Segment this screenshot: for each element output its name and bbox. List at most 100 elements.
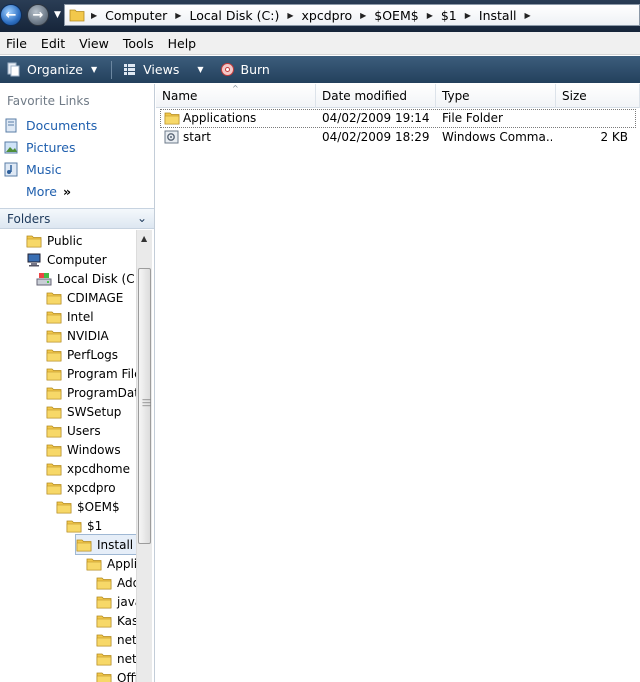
- pictures-icon: [4, 141, 18, 154]
- column-header-label: Name: [162, 89, 198, 103]
- breadcrumb-item[interactable]: ▶ Computer: [91, 8, 167, 23]
- tree-node[interactable]: ProgramData: [46, 383, 136, 402]
- tree-node[interactable]: Office: [96, 668, 136, 682]
- command-toolbar: Organize ▼ Views ▼ Burn: [0, 56, 640, 83]
- tree-node[interactable]: $1: [66, 516, 102, 535]
- tree-node-label: $OEM$: [77, 499, 120, 514]
- tree-node-label: Office: [117, 670, 136, 682]
- folder-icon: [46, 311, 62, 323]
- tree-node[interactable]: CDIMAGE: [46, 288, 123, 307]
- file-date-modified: 04/02/2009 19:14: [322, 111, 430, 125]
- breadcrumb-separator-icon[interactable]: ▶: [360, 11, 366, 20]
- menu-item-help[interactable]: Help: [161, 36, 204, 51]
- file-row[interactable]: Applications 04/02/2009 19:14 File Folder: [160, 109, 636, 128]
- burn-button[interactable]: Burn: [220, 62, 270, 77]
- folder-icon: [46, 292, 62, 304]
- chevron-down-icon: ▼: [91, 65, 98, 74]
- tree-node-label: net: [117, 651, 136, 666]
- folder-icon: [96, 596, 112, 608]
- grip-icon: — — —: [142, 395, 151, 411]
- tree-node[interactable]: net: [96, 630, 136, 649]
- folder-icon: [86, 558, 102, 570]
- folder-icon: [46, 330, 62, 342]
- tree-node[interactable]: Intel: [46, 307, 94, 326]
- folder-icon: [56, 501, 72, 513]
- tree-node[interactable]: xpcdpro: [46, 478, 116, 497]
- file-row[interactable]: start 04/02/2009 18:29 Windows Comma... 2 K…: [156, 128, 640, 147]
- menu-item-edit[interactable]: Edit: [34, 36, 72, 51]
- tree-node[interactable]: net: [96, 649, 136, 668]
- tree-node[interactable]: Computer: [26, 250, 107, 269]
- organize-icon: [7, 62, 20, 77]
- menu-item-file[interactable]: File: [0, 36, 34, 51]
- file-name: Applications: [183, 111, 257, 125]
- folder-tree-scrollbar[interactable]: ▲ — — —: [136, 230, 152, 682]
- tree-node[interactable]: Windows: [46, 440, 121, 459]
- folder-icon: [96, 615, 112, 627]
- column-header-date-modified[interactable]: Date modified: [316, 84, 436, 108]
- tree-node[interactable]: java: [96, 592, 136, 611]
- scrollbar-thumb[interactable]: — — —: [138, 268, 151, 544]
- tree-node[interactable]: Local Disk (C:): [36, 269, 136, 288]
- breadcrumb-separator-icon[interactable]: ▶: [465, 11, 471, 20]
- recent-pages-dropdown-icon[interactable]: ▼: [54, 10, 61, 20]
- tree-node[interactable]: xpcdhome: [46, 459, 130, 478]
- tree-node[interactable]: Kaspersky: [96, 611, 136, 630]
- favorite-link-pictures[interactable]: Pictures: [4, 140, 76, 155]
- favorite-link-label: Documents: [26, 118, 98, 133]
- favorite-link-label: Music: [26, 162, 62, 177]
- breadcrumb-item[interactable]: ▶ $OEM$: [352, 8, 419, 23]
- scroll-up-icon[interactable]: ▲: [141, 234, 147, 243]
- folder-icon: [76, 539, 92, 551]
- back-button[interactable]: ←: [0, 4, 22, 26]
- column-header-size[interactable]: Size: [556, 84, 640, 108]
- address-field[interactable]: ▶ Computer ▶ Local Disk (C:) ▶ xpcdpro ▶ $OEM$ ▶…: [64, 4, 640, 26]
- breadcrumb-item[interactable]: ▶ $1: [419, 8, 457, 23]
- organize-button[interactable]: Organize ▼: [6, 62, 97, 77]
- breadcrumb-item[interactable]: ▶ Install: [457, 8, 517, 23]
- computer-icon: [27, 253, 41, 266]
- breadcrumb-separator-icon[interactable]: ▶: [91, 11, 97, 20]
- breadcrumb-item[interactable]: ▶ Local Disk (C:): [167, 8, 279, 23]
- tree-node[interactable]: PerfLogs: [46, 345, 118, 364]
- tree-node[interactable]: Program Files: [46, 364, 136, 383]
- favorite-link-music[interactable]: Music: [4, 162, 62, 177]
- tree-node-label: java: [117, 594, 136, 609]
- tree-node[interactable]: SWSetup: [46, 402, 121, 421]
- tree-node[interactable]: Applications: [86, 554, 136, 573]
- drive-icon: [36, 272, 52, 285]
- folder-icon: [46, 387, 62, 399]
- breadcrumb-separator-icon[interactable]: ▶: [427, 11, 433, 20]
- file-type: Windows Comma...: [442, 130, 552, 144]
- forward-button[interactable]: →: [27, 4, 49, 26]
- column-header-label: Type: [442, 89, 470, 103]
- favorite-link-documents[interactable]: Documents: [4, 118, 97, 133]
- breadcrumb-separator-icon[interactable]: ▶: [175, 11, 181, 20]
- burn-disc-icon: [220, 63, 234, 76]
- breadcrumb-separator-icon[interactable]: ▶: [287, 11, 293, 20]
- tree-node[interactable]: NVIDIA: [46, 326, 109, 345]
- tree-node[interactable]: Adobe: [96, 573, 136, 592]
- tree-node-label: NVIDIA: [67, 328, 109, 343]
- menu-item-tools[interactable]: Tools: [116, 36, 161, 51]
- tree-node[interactable]: Users: [46, 421, 101, 440]
- column-header-label: Date modified: [322, 89, 408, 103]
- folder-icon: [46, 406, 62, 418]
- column-header-name[interactable]: Name: [156, 84, 316, 108]
- tree-node-label: Computer: [47, 252, 107, 267]
- tree-node[interactable]: Install: [74, 534, 136, 555]
- folders-header[interactable]: Folders ⌄: [0, 208, 154, 229]
- tree-node-label: PerfLogs: [67, 347, 119, 362]
- more-links-button[interactable]: More »: [26, 184, 71, 199]
- folder-icon: [69, 9, 85, 22]
- column-header-type[interactable]: Type: [436, 84, 556, 108]
- menu-item-view[interactable]: View: [72, 36, 116, 51]
- breadcrumb-separator-icon[interactable]: ▶: [525, 11, 531, 20]
- tree-node[interactable]: Public: [26, 231, 83, 250]
- breadcrumb-item[interactable]: ▶ xpcdpro: [279, 8, 352, 23]
- folder-icon: [26, 235, 42, 247]
- tree-node-label: Applications: [107, 556, 136, 571]
- file-size: 2 KB: [600, 130, 628, 144]
- tree-node[interactable]: $OEM$: [56, 497, 120, 516]
- views-button[interactable]: Views ▼: [122, 62, 204, 77]
